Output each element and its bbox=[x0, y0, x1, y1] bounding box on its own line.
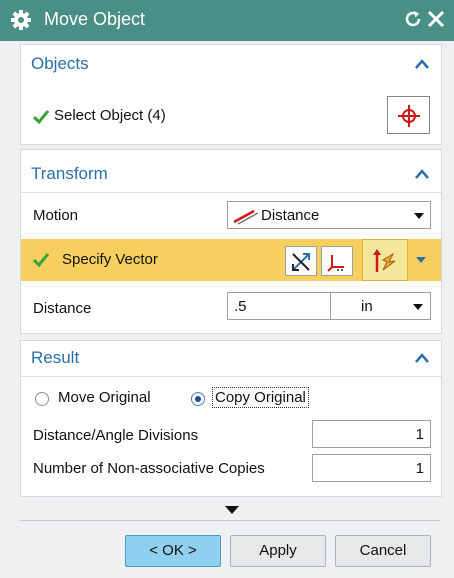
dropdown-arrow-icon bbox=[414, 213, 424, 219]
copy-original-radio[interactable] bbox=[191, 392, 205, 406]
footer-divider bbox=[20, 520, 440, 521]
move-original-label[interactable]: Move Original bbox=[58, 389, 151, 406]
result-section-header[interactable]: Result bbox=[31, 348, 79, 368]
distance-label: Distance bbox=[33, 300, 92, 317]
specify-vector-label[interactable]: Specify Vector bbox=[62, 251, 158, 268]
title-bar: Move Object bbox=[0, 0, 454, 41]
divisions-value: 1 bbox=[415, 426, 424, 443]
chevron-up-icon[interactable] bbox=[415, 353, 429, 363]
transform-section: Transform Motion Distance Specify Vector bbox=[20, 149, 442, 334]
distance-value: .5 bbox=[234, 298, 247, 315]
copies-input[interactable]: 1 bbox=[312, 454, 431, 482]
distance-motion-icon bbox=[233, 209, 259, 225]
inferred-vector-button[interactable] bbox=[362, 239, 408, 281]
distance-unit-value: in bbox=[361, 298, 373, 315]
section-divider bbox=[21, 192, 441, 193]
objects-section: Objects Select Object (4) bbox=[20, 44, 442, 145]
csys-axis-icon bbox=[327, 255, 344, 272]
vector-dialog-icon bbox=[292, 253, 310, 271]
distance-unit-dropdown[interactable]: in bbox=[330, 292, 431, 320]
divisions-label: Distance/Angle Divisions bbox=[33, 427, 199, 444]
expand-more-icon[interactable] bbox=[225, 506, 239, 514]
motion-dropdown[interactable]: Distance bbox=[227, 201, 431, 229]
result-section: Result Move Original Copy Original Dista… bbox=[20, 340, 442, 497]
cancel-button[interactable]: Cancel bbox=[335, 535, 431, 567]
motion-value: Distance bbox=[261, 207, 320, 224]
window-title: Move Object bbox=[44, 9, 146, 29]
reset-icon[interactable] bbox=[402, 8, 424, 30]
dropdown-arrow-icon bbox=[416, 257, 426, 263]
chevron-up-icon[interactable] bbox=[415, 169, 429, 179]
move-original-radio[interactable] bbox=[35, 392, 49, 406]
divisions-input[interactable]: 1 bbox=[312, 420, 431, 448]
vector-options-dropdown[interactable] bbox=[410, 239, 432, 281]
distance-input[interactable]: .5 bbox=[227, 292, 331, 320]
objects-section-header[interactable]: Objects bbox=[31, 54, 89, 74]
csys-axis-button[interactable] bbox=[321, 246, 353, 276]
copies-label: Number of Non-associative Copies bbox=[33, 460, 265, 477]
select-object-label[interactable]: Select Object (4) bbox=[54, 107, 166, 124]
apply-button[interactable]: Apply bbox=[230, 535, 326, 567]
chevron-up-icon[interactable] bbox=[415, 59, 429, 69]
settings-gear-icon[interactable] bbox=[10, 9, 32, 31]
vector-dialog-button[interactable] bbox=[285, 246, 317, 276]
close-icon[interactable] bbox=[426, 8, 446, 30]
copies-value: 1 bbox=[415, 460, 424, 477]
checkmark-icon bbox=[33, 253, 49, 267]
motion-label: Motion bbox=[33, 207, 79, 224]
radio-selected-dot bbox=[195, 396, 201, 402]
ok-button[interactable]: < OK > bbox=[125, 535, 221, 567]
copy-original-label[interactable]: Copy Original bbox=[212, 387, 309, 408]
checkmark-icon bbox=[33, 110, 49, 124]
transform-section-header[interactable]: Transform bbox=[31, 164, 108, 184]
crosshair-icon bbox=[398, 105, 420, 127]
dropdown-arrow-icon bbox=[413, 304, 423, 310]
section-divider bbox=[21, 376, 441, 377]
inferred-vector-icon bbox=[373, 249, 396, 272]
select-object-button[interactable] bbox=[387, 96, 430, 134]
